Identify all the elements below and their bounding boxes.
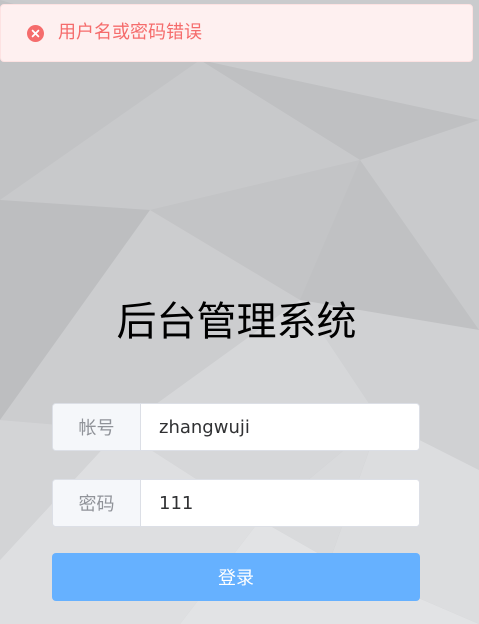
username-field: 帐号 — [52, 403, 420, 451]
error-alert: 用户名或密码错误 — [0, 4, 473, 62]
page-title: 后台管理系统 — [116, 299, 357, 345]
circle-close-icon — [27, 24, 44, 42]
password-input[interactable] — [141, 480, 419, 526]
username-label: 帐号 — [53, 404, 141, 450]
username-input[interactable] — [141, 404, 419, 450]
password-label: 密码 — [53, 480, 141, 526]
password-field: 密码 — [52, 479, 420, 527]
login-button[interactable]: 登录 — [52, 553, 420, 601]
alert-message: 用户名或密码错误 — [58, 22, 202, 43]
